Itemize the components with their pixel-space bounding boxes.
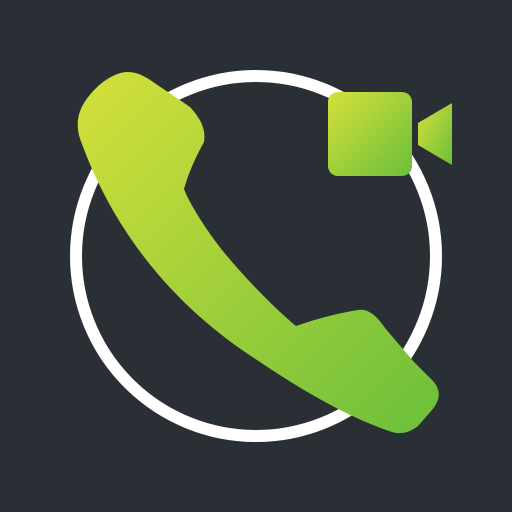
app-icon[interactable] <box>0 0 512 512</box>
